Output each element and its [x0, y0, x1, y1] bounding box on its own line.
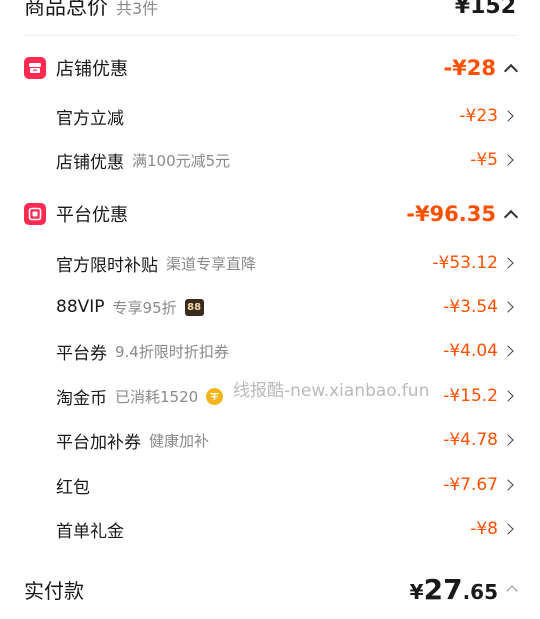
- total-payment-toggle[interactable]: ¥ 27 .65: [409, 572, 518, 606]
- discount-row-sub: 健康加补: [149, 431, 210, 450]
- discount-row-label: 官方立减: [56, 108, 124, 129]
- chevron-right-icon: [502, 154, 514, 166]
- chevron-up-icon: [506, 584, 518, 597]
- platform-discount-value: -¥96.35: [406, 202, 496, 226]
- total-currency: ¥: [409, 579, 424, 604]
- discount-row-label: 88VIP: [56, 297, 105, 317]
- discount-row-value: -¥23: [459, 106, 498, 126]
- shop-discount-value: -¥28: [443, 56, 496, 80]
- discount-row-official-subsidy[interactable]: 官方限时补贴 渠道专享直降 -¥53.12: [56, 249, 516, 277]
- discount-row-sub: 已消耗1520: [115, 387, 199, 406]
- product-total-row: 商品总价 共3件 ¥152: [24, 0, 516, 24]
- chevron-right-icon: [502, 301, 514, 313]
- gold-coin-icon: [206, 387, 224, 405]
- discount-row-label: 淘金币: [56, 388, 107, 409]
- chevron-right-icon: [502, 390, 514, 402]
- discount-row-gold-coins[interactable]: 淘金币 已消耗1520 -¥15.2: [56, 382, 516, 410]
- shop-icon: [24, 57, 46, 79]
- shop-discount-label: 店铺优惠: [56, 59, 128, 80]
- chevron-right-icon: [502, 345, 514, 357]
- discount-row-label: 红包: [56, 477, 90, 498]
- total-integer: 27: [423, 572, 463, 606]
- discount-row-value: -¥7.67: [443, 475, 498, 495]
- discount-row-label: 官方限时补贴: [56, 255, 158, 276]
- discount-row-sub: 渠道专享直降: [166, 254, 257, 273]
- discount-row-label: 平台加补券: [56, 432, 141, 453]
- discount-row-sub: 9.4折限时折扣券: [115, 342, 229, 361]
- chevron-right-icon: [502, 110, 514, 122]
- total-payment-row: 实付款 ¥ 27 .65: [24, 570, 518, 608]
- total-decimal: .65: [462, 579, 498, 604]
- chevron-right-icon: [502, 257, 514, 269]
- discount-row-value: -¥5: [470, 150, 498, 170]
- discount-row-official-reduction[interactable]: 官方立减 -¥23: [56, 102, 516, 130]
- chevron-right-icon: [502, 434, 514, 446]
- discount-row-first-order-gift[interactable]: 首单礼金 -¥8: [56, 515, 516, 543]
- discount-row-shop-coupon[interactable]: 店铺优惠 满100元减5元 -¥5: [56, 146, 516, 174]
- discount-row-label: 店铺优惠: [56, 152, 124, 173]
- discount-row-value: -¥15.2: [443, 386, 498, 406]
- discount-row-sub: 专享95折: [112, 298, 177, 317]
- product-total-value: ¥152: [454, 0, 516, 19]
- discount-row-platform-extra-coupon[interactable]: 平台加补券 健康加补 -¥4.78: [56, 426, 516, 454]
- discount-row-value: -¥4.04: [443, 341, 498, 361]
- discount-row-value: -¥8: [470, 519, 498, 539]
- item-count: 共3件: [116, 0, 159, 18]
- divider: [24, 35, 516, 36]
- discount-row-red-packet[interactable]: 红包 -¥7.67: [56, 471, 516, 499]
- discount-row-value: -¥3.54: [443, 297, 498, 317]
- discount-row-value: -¥53.12: [432, 253, 498, 273]
- shop-discount-header[interactable]: 店铺优惠 -¥28: [24, 53, 519, 83]
- discount-row-88vip[interactable]: 88VIP 专享95折 88 -¥3.54: [56, 293, 516, 321]
- discount-row-label: 平台券: [56, 343, 107, 364]
- platform-icon: [24, 203, 46, 225]
- chevron-up-icon[interactable]: [503, 63, 519, 79]
- total-payment-label: 实付款: [24, 578, 84, 603]
- vip-badge-icon: 88: [184, 298, 204, 316]
- discount-row-platform-coupon[interactable]: 平台券 9.4折限时折扣券 -¥4.04: [56, 337, 516, 365]
- platform-discount-label: 平台优惠: [56, 205, 128, 226]
- platform-discount-header[interactable]: 平台优惠 -¥96.35: [24, 199, 519, 229]
- chevron-up-icon[interactable]: [503, 209, 519, 225]
- discount-row-label: 首单礼金: [56, 521, 124, 542]
- chevron-right-icon: [502, 479, 514, 491]
- product-total-label: 商品总价: [24, 0, 108, 19]
- chevron-right-icon: [502, 523, 514, 535]
- discount-row-value: -¥4.78: [443, 430, 498, 450]
- discount-row-sub: 满100元减5元: [132, 151, 231, 170]
